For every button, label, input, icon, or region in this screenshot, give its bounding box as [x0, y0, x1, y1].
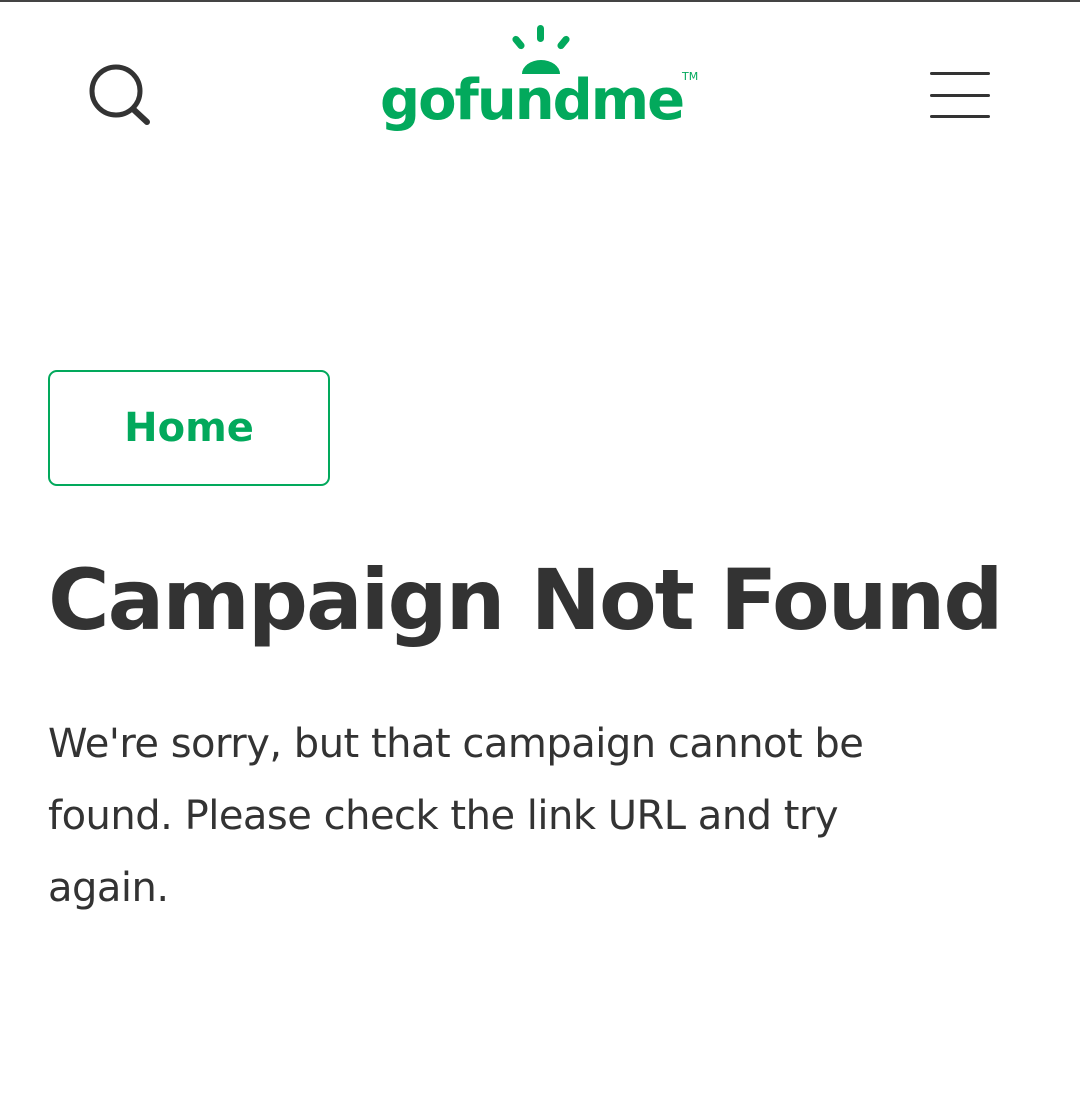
error-message: We're sorry, but that campaign cannot be… [48, 721, 864, 911]
hamburger-menu-icon [930, 72, 990, 118]
trademark-symbol: TM [682, 70, 699, 83]
search-button[interactable] [82, 60, 158, 136]
page-title: Campaign Not Found [48, 551, 1003, 649]
search-icon [89, 64, 150, 125]
logo-wordmark: gofundme [380, 68, 685, 133]
home-button[interactable]: Home [48, 370, 330, 486]
hamburger-menu-button[interactable] [926, 64, 996, 128]
site-header: gofundme TM [0, 2, 1080, 152]
gofundme-logo[interactable]: gofundme TM [376, 22, 706, 142]
